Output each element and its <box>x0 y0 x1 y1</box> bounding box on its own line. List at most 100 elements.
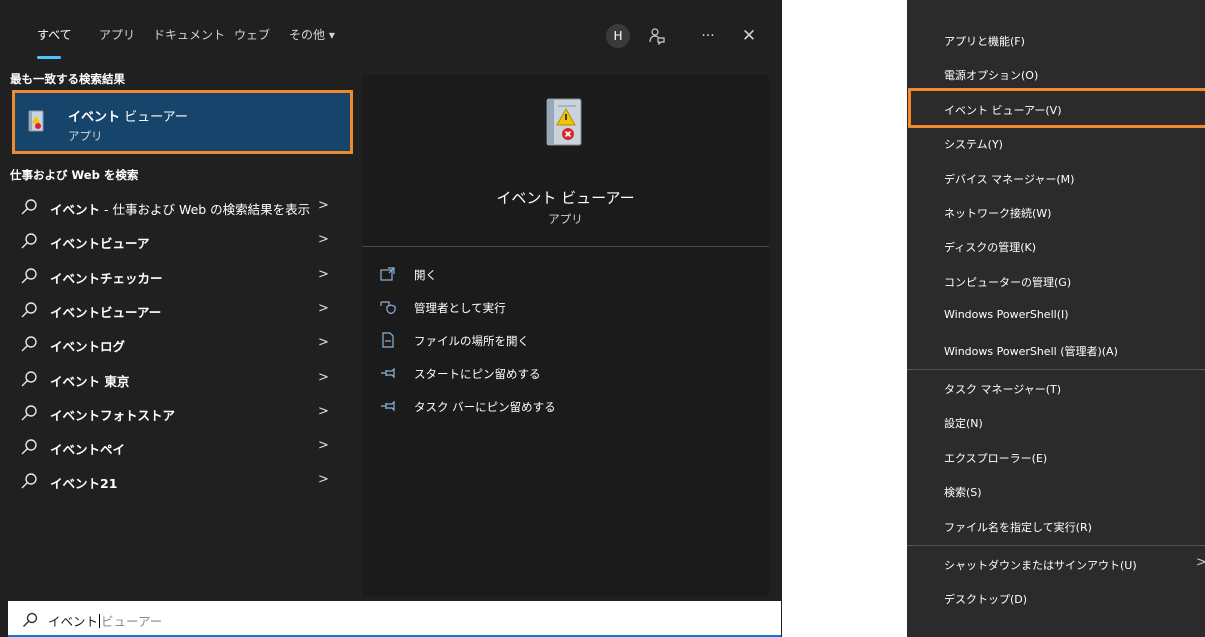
results-list: 最も一致する検索結果 イベント ビューアー アプリ 仕事および Web を検索 … <box>10 68 355 596</box>
feedback-icon[interactable] <box>645 24 669 48</box>
more-icon[interactable]: ··· <box>696 24 720 48</box>
search-icon <box>21 405 37 421</box>
web-result-label: イベントフォトストア <box>50 407 176 423</box>
web-result-item[interactable]: イベントチェッカー > <box>10 259 355 293</box>
menu-item[interactable]: ディスクの管理(K) <box>907 229 1205 263</box>
web-result-label: イベントビューアー <box>50 304 162 320</box>
search-icon <box>21 439 37 455</box>
menu-item[interactable]: Windows PowerShell(I) <box>907 298 1205 332</box>
search-query: イベント ビューアー <box>48 614 163 629</box>
pin-to-taskbar-action[interactable]: タスク バーにピン留めする <box>380 396 680 418</box>
menu-item-label: シャットダウンまたはサインアウト(U) <box>944 559 1137 572</box>
close-icon[interactable]: ✕ <box>737 24 761 48</box>
web-result-item[interactable]: イベントフォトストア > <box>10 396 355 430</box>
search-icon <box>21 336 37 352</box>
open-file-location-action[interactable]: ファイルの場所を開く <box>380 330 680 352</box>
menu-item-label: システム(Y) <box>944 138 1003 152</box>
tab-web[interactable]: ウェブ <box>234 26 270 43</box>
web-search-header: 仕事および Web を検索 <box>10 168 139 182</box>
menu-item[interactable]: 検索(S) <box>907 474 1205 508</box>
search-icon <box>21 370 37 386</box>
web-result-label: イベントログ <box>50 339 126 355</box>
menu-item[interactable]: アプリと機能(F) <box>907 23 1205 57</box>
pin-icon <box>381 400 395 412</box>
preview-divider <box>362 246 769 247</box>
chevron-right-icon[interactable]: > <box>318 404 329 419</box>
chevron-right-icon[interactable]: > <box>318 335 329 350</box>
menu-item-label: デスクトップ(D) <box>944 593 1028 607</box>
menu-item-label: 検索(S) <box>944 486 982 500</box>
search-icon <box>21 267 37 284</box>
web-result-item[interactable]: イベントログ > <box>10 327 355 361</box>
tab-documents[interactable]: ドキュメント <box>153 26 225 43</box>
menu-item[interactable]: ファイル名を指定して実行(R) <box>907 509 1205 543</box>
web-result-item[interactable]: イベント21 > <box>10 464 355 498</box>
autocomplete-suggestion: ビューアー <box>101 614 163 629</box>
menu-item[interactable]: 設定(N) <box>907 405 1205 439</box>
menu-item[interactable]: デバイス マネージャー(M) <box>907 161 1205 195</box>
web-result-item[interactable]: イベントペイ > <box>10 430 355 464</box>
preview-subtitle: アプリ <box>548 212 583 226</box>
web-result-label: イベント21 <box>50 476 118 492</box>
submenu-arrow-icon: > <box>1196 555 1205 570</box>
menu-item[interactable]: シャットダウンまたはサインアウト(U) > <box>907 547 1205 581</box>
web-result-item[interactable]: イベントビューアー > <box>10 293 355 327</box>
chevron-right-icon[interactable]: > <box>318 370 329 385</box>
open-action[interactable]: 開く <box>380 264 680 286</box>
menu-separator <box>907 369 1205 370</box>
web-result-label: イベントチェッカー <box>50 270 163 286</box>
preview-pane: イベント ビューアー アプリ 開く 管理者として実行 ファイルの場所を開く スタ… <box>362 75 769 596</box>
menu-item[interactable]: Windows PowerShell (管理者)(A) <box>907 333 1205 367</box>
menu-item-label: タスク マネージャー(T) <box>944 383 1062 396</box>
web-result-label: イベントペイ <box>50 442 126 458</box>
search-input[interactable]: イベント ビューアー <box>8 601 781 637</box>
text-caret <box>99 614 101 628</box>
search-icon <box>21 473 37 489</box>
menu-item[interactable]: コンピューターの管理(G) <box>907 264 1205 298</box>
shield-icon <box>380 301 396 315</box>
power-user-menu: アプリと機能(F) 電源オプション(O) イベント ビューアー(V) システム(Y) デ… <box>907 0 1205 637</box>
menu-item[interactable]: システム(Y) <box>907 126 1205 160</box>
chevron-right-icon[interactable]: > <box>318 198 329 213</box>
menu-item-label: Windows PowerShell(I) <box>944 308 1069 322</box>
search-flyout: すべて アプリ ドキュメント ウェブ その他 ▾ H ··· ✕ 最も一致する検… <box>0 0 782 637</box>
search-icon <box>23 612 38 627</box>
folder-icon <box>382 332 394 348</box>
menu-item-label: 設定(N) <box>944 417 983 431</box>
search-tab-bar: すべて アプリ ドキュメント ウェブ その他 ▾ H ··· ✕ <box>0 0 782 68</box>
menu-item[interactable]: タスク マネージャー(T) <box>907 371 1205 405</box>
menu-item-label: ディスクの管理(K) <box>944 241 1037 255</box>
search-icon <box>21 199 37 215</box>
menu-item-label: 電源オプション(O) <box>944 69 1039 83</box>
web-result-label: イベント - 仕事および Web の検索結果を表示 <box>50 202 311 217</box>
web-result-label: イベントビューア <box>50 236 150 252</box>
chevron-right-icon[interactable]: > <box>318 301 329 316</box>
menu-item[interactable]: エクスプローラー(E) <box>907 440 1205 474</box>
search-icon <box>21 302 37 318</box>
web-result-item[interactable]: イベント 東京 > <box>10 362 355 396</box>
menu-item-label: コンピューターの管理(G) <box>944 275 1072 289</box>
chevron-right-icon[interactable]: > <box>318 232 329 247</box>
account-avatar[interactable]: H <box>606 24 630 48</box>
run-as-admin-action[interactable]: 管理者として実行 <box>380 297 680 319</box>
chevron-right-icon[interactable]: > <box>318 472 329 487</box>
menu-item[interactable]: 電源オプション(O) <box>907 57 1205 91</box>
preview-title: イベント ビューアー <box>496 189 635 207</box>
menu-item-label: デバイス マネージャー(M) <box>944 172 1075 186</box>
tab-apps[interactable]: アプリ <box>99 26 135 43</box>
event-viewer-highlight <box>908 88 1205 128</box>
chevron-right-icon[interactable]: > <box>318 438 329 453</box>
pin-icon <box>381 367 395 379</box>
web-result-label: イベント 東京 <box>50 373 130 389</box>
web-result-item[interactable]: イベントビューア > <box>10 224 355 258</box>
menu-item[interactable]: デスクトップ(D) <box>907 581 1205 615</box>
tab-more[interactable]: その他 ▾ <box>289 26 335 43</box>
best-match-header: 最も一致する検索結果 <box>10 72 125 86</box>
tab-all[interactable]: すべて <box>37 26 72 43</box>
web-result-item[interactable]: イベント - 仕事および Web の検索結果を表示 > <box>10 190 355 224</box>
active-tab-indicator <box>37 56 61 59</box>
chevron-right-icon[interactable]: > <box>318 267 329 282</box>
best-match-item[interactable]: イベント ビューアー アプリ <box>12 90 353 154</box>
menu-item[interactable]: ネットワーク接続(W) <box>907 195 1205 229</box>
pin-to-start-action[interactable]: スタートにピン留めする <box>380 363 680 385</box>
